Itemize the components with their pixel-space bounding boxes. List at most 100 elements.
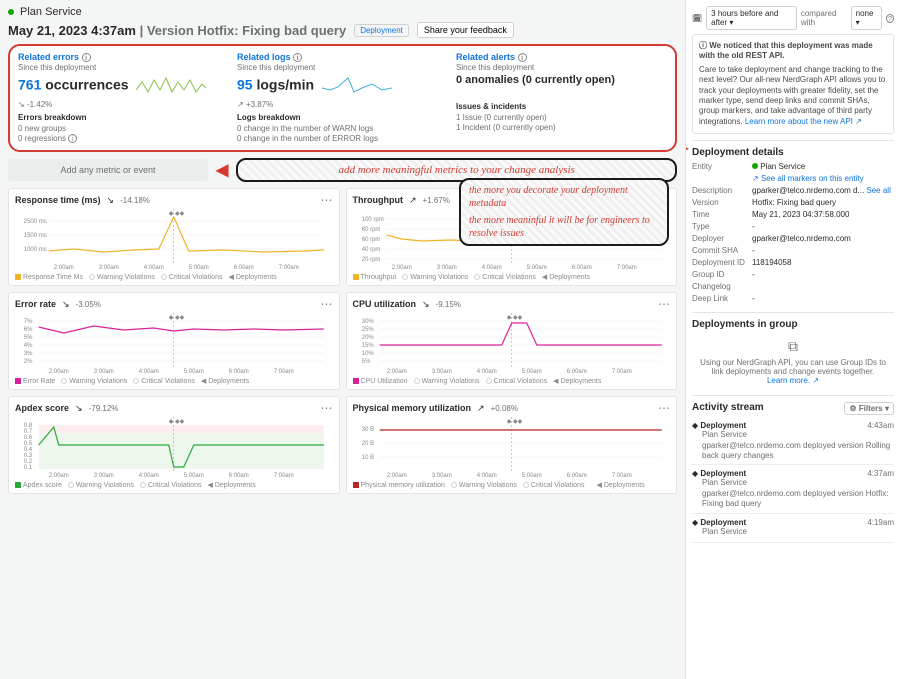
activity-item[interactable]: ◆ Deployment4:37amPlan Servicegparker@te… [692, 465, 894, 513]
svg-text:7:00am: 7:00am [611, 369, 631, 375]
details-title: Deployment details [692, 147, 894, 158]
chart-error-rate: Error rate↘-3.05%⋯ ◆ ◆◆ 7% 6% 5% 4% 3% 2… [8, 292, 340, 390]
detail-row: Deep Link- [692, 294, 894, 303]
feedback-button[interactable]: Share your feedback [417, 22, 514, 38]
related-alerts-link[interactable]: Related alerts i [456, 52, 667, 62]
related-logs-link[interactable]: Related logs i [237, 52, 448, 62]
chart-more-icon[interactable]: ⋯ [321, 193, 333, 207]
detail-row: Deployment ID118194058 [692, 258, 894, 267]
svg-text:2%: 2% [24, 359, 33, 365]
svg-text:2:00am: 2:00am [391, 265, 411, 271]
detail-row: Changelog [692, 282, 894, 291]
chart-memory: Physical memory utilization↗+0.08%⋯ ◆ ◆◆… [346, 396, 678, 494]
activity-item[interactable]: ◆ Deployment4:43amPlan Servicegparker@te… [692, 417, 894, 465]
annotation-float: the more you decorate your deployment me… [459, 178, 669, 246]
hero-cards: Related errors i Since this deployment 7… [8, 44, 677, 152]
detail-row: TimeMay 21, 2023 04:37:58.000 [692, 210, 894, 219]
svg-text:3:00am: 3:00am [431, 473, 451, 479]
svg-text:3:00am: 3:00am [436, 265, 456, 271]
svg-text:5:00am: 5:00am [184, 473, 204, 479]
errors-sparkline [136, 74, 206, 98]
svg-text:4:00am: 4:00am [139, 369, 159, 375]
svg-text:4:00am: 4:00am [476, 473, 496, 479]
svg-text:7:00am: 7:00am [274, 369, 294, 375]
svg-text:1000 ms: 1000 ms [24, 247, 47, 253]
svg-text:100 rpm: 100 rpm [361, 217, 383, 223]
svg-text:6:00am: 6:00am [234, 265, 254, 271]
svg-text:◆ ◆◆: ◆ ◆◆ [169, 315, 185, 321]
service-name: Plan Service [20, 6, 82, 18]
activity-item[interactable]: ◆ Deployment4:19amPlan Service [692, 514, 894, 543]
svg-text:60 rpm: 60 rpm [361, 237, 380, 243]
group-empty-icon: ⧉ [698, 338, 888, 355]
svg-text:10 B: 10 B [361, 455, 373, 461]
deployment-badge: Deployment [354, 24, 409, 37]
svg-text:6:00am: 6:00am [229, 369, 249, 375]
svg-text:80 rpm: 80 rpm [361, 227, 380, 233]
see-all-markers-link[interactable]: ↗ See all markers on this entity [752, 174, 894, 183]
svg-text:5:00am: 5:00am [526, 265, 546, 271]
svg-text:5:00am: 5:00am [184, 369, 204, 375]
calendar-icon: 🗓 [692, 14, 702, 23]
svg-text:5:00am: 5:00am [189, 265, 209, 271]
svg-text:7:00am: 7:00am [279, 265, 299, 271]
svg-text:30 B: 30 B [361, 427, 373, 433]
svg-text:10%: 10% [361, 351, 374, 357]
status-dot [8, 9, 14, 15]
svg-text:5:00am: 5:00am [521, 473, 541, 479]
arrow-right-icon: ▶ [685, 138, 688, 158]
info-icon: i [82, 53, 91, 62]
svg-text:6:00am: 6:00am [566, 369, 586, 375]
svg-text:30%: 30% [361, 319, 374, 325]
svg-text:6%: 6% [24, 327, 33, 333]
svg-text:40 rpm: 40 rpm [361, 247, 380, 253]
svg-text:4:00am: 4:00am [144, 265, 164, 271]
detail-row: Type- [692, 222, 894, 231]
svg-text:6:00am: 6:00am [229, 473, 249, 479]
svg-text:15%: 15% [361, 343, 374, 349]
svg-text:3%: 3% [24, 351, 33, 357]
svg-text:1500 ms: 1500 ms [24, 233, 47, 239]
svg-text:2:00am: 2:00am [386, 473, 406, 479]
svg-text:2:00am: 2:00am [49, 369, 69, 375]
svg-text:20 B: 20 B [361, 441, 373, 447]
svg-text:6:00am: 6:00am [571, 265, 591, 271]
filters-button[interactable]: ⚙ Filters ▾ [844, 402, 894, 415]
svg-text:20 rpm: 20 rpm [361, 257, 380, 263]
related-errors-link[interactable]: Related errors i [18, 52, 229, 62]
svg-text:2:00am: 2:00am [386, 369, 406, 375]
svg-text:3:00am: 3:00am [94, 369, 114, 375]
svg-text:◆ ◆◆: ◆ ◆◆ [169, 211, 185, 217]
svg-text:4:00am: 4:00am [481, 265, 501, 271]
svg-text:5:00am: 5:00am [521, 369, 541, 375]
logs-sparkline [322, 74, 392, 98]
detail-row: VersionHotfix: Fixing bad query [692, 198, 894, 207]
svg-text:20%: 20% [361, 335, 374, 341]
svg-text:7%: 7% [24, 319, 33, 325]
svg-text:0.1: 0.1 [24, 465, 33, 471]
group-learn-more-link[interactable]: Learn more. ↗ [698, 376, 888, 385]
svg-text:5%: 5% [24, 335, 33, 341]
page-title: May 21, 2023 4:37am | Version Hotfix: Fi… [8, 23, 346, 38]
arrow-left-icon: ◀ [216, 160, 228, 180]
svg-text:25%: 25% [361, 327, 374, 333]
svg-text:4:00am: 4:00am [139, 473, 159, 479]
errors-count: 761 [18, 77, 41, 93]
svg-text:3:00am: 3:00am [94, 473, 114, 479]
help-icon[interactable]: ? [886, 14, 894, 23]
svg-text:2500 ms: 2500 ms [24, 219, 47, 225]
timerange-select[interactable]: 3 hours before and after ▾ [706, 6, 797, 30]
svg-text:4:00am: 4:00am [476, 369, 496, 375]
svg-text:4%: 4% [24, 343, 33, 349]
detail-row: Group ID- [692, 270, 894, 279]
add-metric-button[interactable]: Add any metric or event [8, 159, 208, 181]
svg-text:7:00am: 7:00am [616, 265, 636, 271]
detail-row: Descriptiongparker@telco.nrdemo.com d...… [692, 186, 894, 195]
logs-count: 95 [237, 77, 253, 93]
svg-text:6:00am: 6:00am [566, 473, 586, 479]
svg-text:◆ ◆◆: ◆ ◆◆ [169, 419, 185, 425]
compare-select[interactable]: none ▾ [851, 6, 882, 30]
detail-row: Commit SHA- [692, 246, 894, 255]
svg-text:5%: 5% [361, 359, 370, 365]
notice-link[interactable]: Learn more about the new API ↗ [745, 117, 862, 126]
